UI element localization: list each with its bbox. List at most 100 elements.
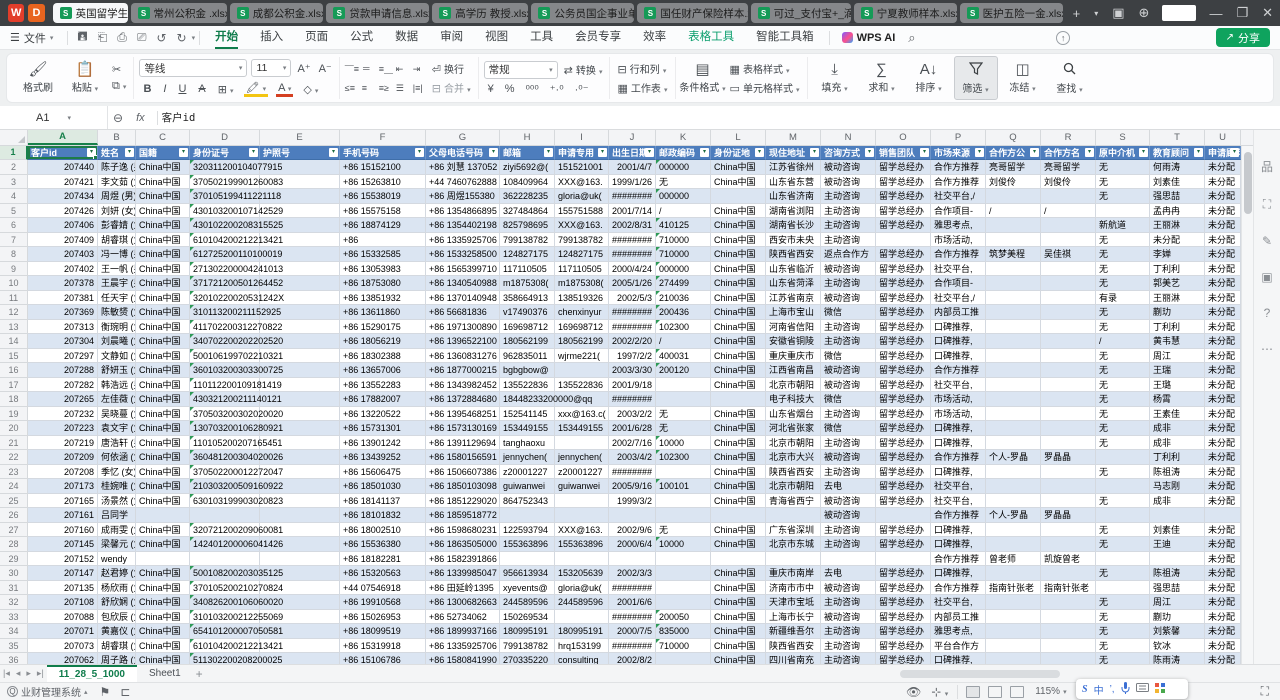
filter-dropdown-icon[interactable]: ▾ — [1194, 148, 1203, 157]
soft-keyboard-icon[interactable] — [1136, 683, 1149, 695]
cell[interactable]: 无 — [1096, 595, 1150, 610]
cell[interactable]: 罗晶晶 — [1041, 450, 1096, 465]
cell[interactable]: 2002/5/3 — [609, 291, 656, 306]
header-cell[interactable]: 姓名▾ — [98, 146, 136, 160]
cell[interactable]: 刘紫馨 — [1150, 624, 1205, 639]
row-number[interactable]: 28 — [0, 537, 28, 552]
cell[interactable] — [876, 233, 931, 248]
cell[interactable]: 山东省临沂 — [766, 262, 821, 277]
column-letter-L[interactable]: L — [711, 130, 766, 145]
cell[interactable]: 无 — [1096, 639, 1150, 654]
cell[interactable]: 无 — [1096, 523, 1150, 538]
cell[interactable]: 117110505 — [555, 262, 609, 277]
cell[interactable]: 327484864 — [500, 204, 555, 219]
row-number[interactable]: 30 — [0, 566, 28, 581]
cell[interactable]: ######## — [609, 320, 656, 335]
number-format-select[interactable]: 常规▾ — [484, 61, 558, 79]
prev-sheet-icon[interactable]: ◂ — [13, 668, 24, 679]
cell[interactable]: ######## — [609, 639, 656, 654]
cell[interactable] — [555, 436, 609, 451]
cell[interactable]: 未分配 — [1205, 276, 1241, 291]
cell[interactable]: +86 18182281 — [340, 552, 426, 567]
cell[interactable]: 400031 — [656, 349, 711, 364]
cell[interactable] — [1205, 508, 1241, 523]
menu-item[interactable]: 页面 — [294, 26, 339, 50]
fill-button[interactable]: ⤓ 填充 ▾ — [813, 62, 857, 94]
cell[interactable]: 被动咨询 — [821, 378, 876, 393]
cell[interactable] — [1041, 363, 1096, 378]
cell[interactable]: 无 — [1096, 305, 1150, 320]
cell[interactable]: 207265 — [28, 392, 98, 407]
column-letter-T[interactable]: T — [1150, 130, 1205, 145]
cell[interactable] — [1041, 523, 1096, 538]
cell[interactable]: 无 — [1096, 566, 1150, 581]
header-cell[interactable]: 申请专用▾ — [555, 146, 609, 160]
cell[interactable]: 社交平台,/ — [931, 189, 986, 204]
cell[interactable]: 个人-罗晶 — [986, 508, 1041, 523]
cell[interactable]: 320311200104077915 — [190, 160, 260, 175]
first-sheet-icon[interactable]: |◂ — [0, 668, 13, 679]
help-icon[interactable]: ? — [1264, 306, 1271, 320]
cell[interactable]: China中国 — [711, 160, 766, 175]
borders-button[interactable]: ⊞ ▾ — [216, 83, 236, 96]
cell[interactable]: 江苏省徐州 — [766, 160, 821, 175]
cell[interactable] — [986, 465, 1041, 480]
cell[interactable]: China中国 — [136, 378, 190, 393]
cell[interactable]: 山东省烟台 — [766, 407, 821, 422]
cell[interactable]: 未分配 — [1205, 160, 1241, 175]
menu-item[interactable]: 工具 — [519, 26, 564, 50]
fill-color-button[interactable]: 🖍 ▾ — [244, 81, 269, 97]
layout-switch-icon[interactable]: ▣ — [1112, 5, 1124, 21]
spreadsheet-grid[interactable]: ABCDEFGHIJKLMNOPQRSTU 1客户id▾姓名▾国籍▾身份证号▾护… — [0, 130, 1253, 664]
cell[interactable]: 2005/1/26 — [609, 276, 656, 291]
sogou-logo-icon[interactable]: S — [1082, 684, 1088, 695]
cell[interactable]: +86 1971300890 — [426, 320, 500, 335]
cell[interactable]: 无 — [1096, 276, 1150, 291]
cell[interactable]: 10000 — [656, 436, 711, 451]
cell[interactable]: 360103200303300725 — [190, 363, 260, 378]
cell[interactable]: China中国 — [136, 291, 190, 306]
cell[interactable] — [986, 436, 1041, 451]
cell[interactable] — [1041, 262, 1096, 277]
cell[interactable]: China中国 — [711, 479, 766, 494]
cell[interactable]: 2002/8/31 — [609, 218, 656, 233]
cell[interactable]: 207297 — [28, 349, 98, 364]
cell[interactable]: 留学总经办 — [876, 479, 931, 494]
cell[interactable]: 四川省南充 — [766, 653, 821, 664]
cell[interactable]: 王丽淋 — [1150, 291, 1205, 306]
cell[interactable]: 留学总经办 — [876, 363, 931, 378]
column-letter-K[interactable]: K — [656, 130, 711, 145]
cell[interactable]: 陈雨涛 — [1150, 653, 1205, 664]
cell[interactable]: 留学总经办 — [876, 218, 931, 233]
cell[interactable]: China中国 — [136, 595, 190, 610]
cell[interactable]: 社交平台, — [931, 494, 986, 509]
cell[interactable] — [1041, 320, 1096, 335]
cell[interactable]: guiwanwei — [555, 479, 609, 494]
crop-icon[interactable]: ⛶ — [1263, 197, 1271, 212]
cell[interactable]: 吴佳祺 — [1041, 247, 1096, 262]
cell[interactable]: 无 — [1096, 392, 1150, 407]
cell[interactable] — [1041, 218, 1096, 233]
cell[interactable]: 207421 — [28, 175, 98, 190]
header-cell[interactable]: 合作方名▾ — [1041, 146, 1096, 160]
cell[interactable]: 陕西省西安 — [766, 247, 821, 262]
column-letter-P[interactable]: P — [931, 130, 986, 145]
cell[interactable]: 630103199903020823 — [190, 494, 260, 509]
cell[interactable]: 169698712 — [555, 320, 609, 335]
cell[interactable]: m1875308( — [555, 276, 609, 291]
cell[interactable]: 未分配 — [1205, 189, 1241, 204]
currency-button[interactable]: ¥ — [486, 83, 496, 95]
cell[interactable]: 黄嘉仪 (女 — [98, 624, 136, 639]
cell[interactable]: 1999/3/2 — [609, 494, 656, 509]
cell[interactable]: 未分配 — [1205, 305, 1241, 320]
cell[interactable]: 无 — [1096, 465, 1150, 480]
column-letter-R[interactable]: R — [1041, 130, 1096, 145]
cell[interactable]: China中国 — [711, 291, 766, 306]
cell[interactable]: 被动咨询 — [821, 291, 876, 306]
shrink-font-button[interactable]: A⁻ — [317, 62, 334, 75]
align-middle-icon[interactable]: ＝ — [362, 64, 375, 74]
cell[interactable]: 主动咨询 — [821, 537, 876, 552]
column-letter-H[interactable]: H — [500, 130, 555, 145]
cell[interactable]: 未分配 — [1205, 465, 1241, 480]
cell[interactable]: 152541145 — [500, 407, 555, 422]
